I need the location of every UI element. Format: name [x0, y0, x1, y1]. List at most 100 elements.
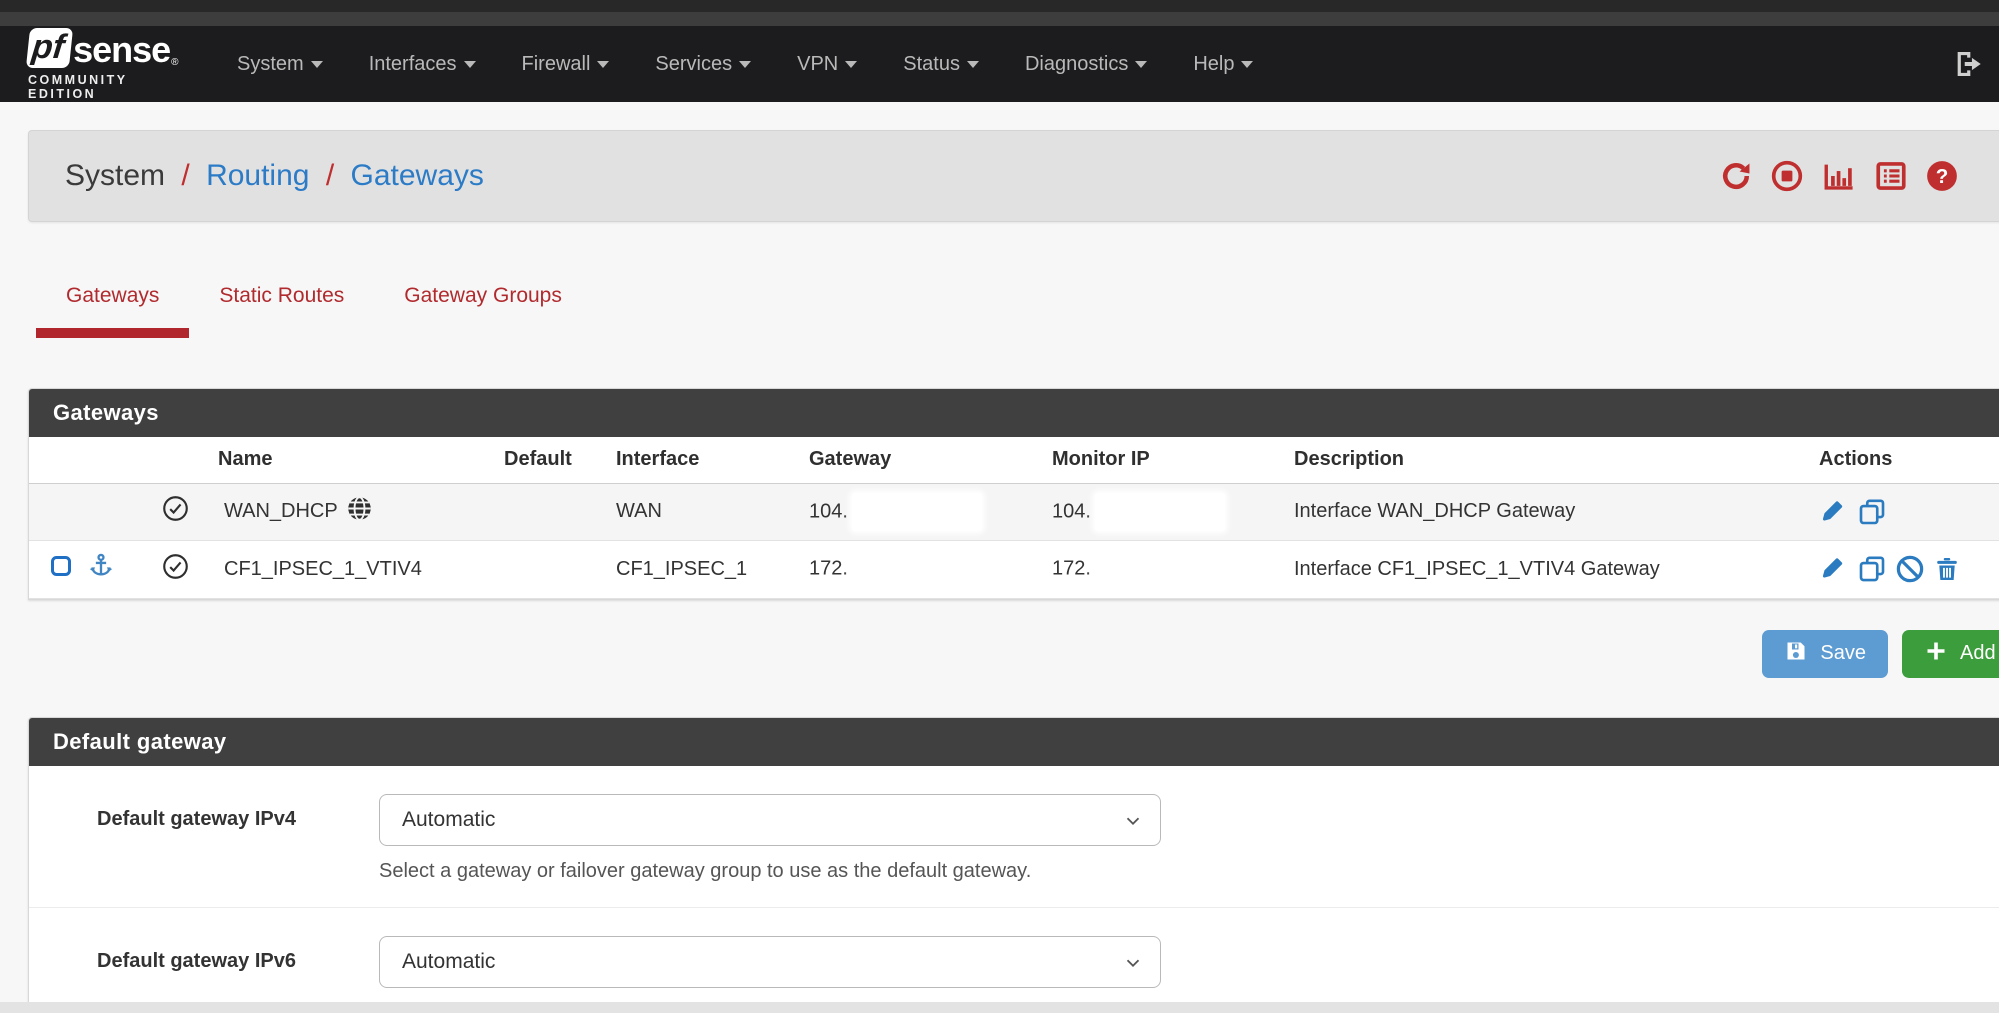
menu-status[interactable]: Status	[880, 39, 1002, 90]
bottom-strip	[0, 1002, 1999, 1013]
breadcrumb-routing-link[interactable]: Routing	[206, 159, 309, 192]
caret-down-icon	[739, 61, 751, 68]
table-row-wan-dhcp: WAN_DHCP WAN 104. 104. Interface WAN_DHC…	[29, 483, 1999, 540]
stop-circle-icon[interactable]	[1770, 159, 1804, 193]
logo-sense: sense	[73, 32, 170, 68]
breadcrumb: System / Routing / Gateways	[65, 159, 484, 193]
page-content: System / Routing / Gateways ? Gat	[28, 130, 1999, 1013]
help-circle-icon[interactable]: ?	[1925, 159, 1959, 193]
default-cell	[504, 540, 616, 598]
monitor-ip-cell: 172.	[1052, 540, 1294, 598]
col-status	[156, 437, 218, 483]
anchor-icon[interactable]	[87, 552, 115, 586]
gateway-name: CF1_IPSEC_1_VTIV4	[224, 558, 422, 581]
select-cell	[29, 540, 156, 598]
redacted-value	[852, 493, 982, 531]
caret-down-icon	[967, 61, 979, 68]
svg-text:?: ?	[1936, 165, 1949, 188]
menu-system[interactable]: System	[214, 39, 346, 90]
status-cell	[156, 540, 218, 598]
form-row-ipv4: Default gateway IPv4 Automatic Select a …	[29, 766, 1999, 907]
tab-gateways[interactable]: Gateways	[36, 270, 189, 338]
menu-services[interactable]: Services	[632, 39, 774, 90]
globe-icon	[346, 495, 373, 528]
redacted-value	[1095, 550, 1225, 588]
caret-down-icon	[597, 61, 609, 68]
col-interface: Interface	[616, 437, 809, 483]
menu-vpn[interactable]: VPN	[774, 39, 880, 90]
trash-delete-icon[interactable]	[1933, 554, 1961, 584]
actions-cell	[1819, 483, 1999, 540]
gateway-name: WAN_DHCP	[224, 500, 338, 523]
page-header-actions: ?	[1719, 159, 1959, 193]
actions-cell	[1819, 540, 1999, 598]
col-default: Default	[504, 437, 616, 483]
pencil-edit-icon[interactable]	[1819, 497, 1849, 527]
logo-registered-mark: ®	[171, 57, 178, 68]
logo-pf: pf	[26, 28, 73, 68]
floppy-save-icon	[1784, 639, 1808, 669]
refresh-icon[interactable]	[1719, 159, 1753, 193]
bar-chart-icon[interactable]	[1821, 159, 1857, 193]
gateways-panel-header: Gateways	[29, 389, 1999, 437]
chevron-down-icon	[1122, 952, 1144, 980]
window-top-strip	[0, 0, 1999, 12]
caret-down-icon	[464, 61, 476, 68]
selected-value: Automatic	[402, 950, 495, 974]
menu-firewall[interactable]: Firewall	[499, 39, 633, 90]
interface-cell: WAN	[616, 483, 809, 540]
redacted-value	[852, 550, 982, 588]
caret-down-icon	[1135, 61, 1147, 68]
default-gateway-panel-header: Default gateway	[29, 718, 1999, 766]
redacted-value	[1095, 493, 1225, 531]
sign-out-icon[interactable]	[1953, 48, 1985, 85]
name-cell: CF1_IPSEC_1_VTIV4	[218, 540, 504, 598]
help-text: Select a gateway or failover gateway gro…	[379, 860, 1161, 883]
navbar-top-strip	[0, 12, 1999, 26]
log-list-icon[interactable]	[1874, 159, 1908, 193]
gateway-cell: 104.	[809, 483, 1052, 540]
checkbox-icon[interactable]	[49, 554, 73, 584]
default-gateway-ipv4-label: Default gateway IPv4	[97, 794, 379, 883]
caret-down-icon	[311, 61, 323, 68]
pencil-edit-icon[interactable]	[1819, 554, 1849, 584]
selected-value: Automatic	[402, 808, 495, 832]
name-cell: WAN_DHCP	[218, 483, 504, 540]
main-menu: System Interfaces Firewall Services VPN …	[214, 39, 1276, 90]
menu-interfaces[interactable]: Interfaces	[346, 39, 499, 90]
default-gateway-ipv6-select[interactable]: Automatic	[379, 936, 1161, 988]
breadcrumb-gateways-link[interactable]: Gateways	[351, 159, 484, 192]
default-gateway-panel: Default gateway Default gateway IPv4 Aut…	[28, 717, 1999, 1013]
gateways-table: Name Default Interface Gateway Monitor I…	[29, 437, 1999, 599]
save-button[interactable]: Save	[1762, 630, 1888, 678]
breadcrumb-system: System	[65, 159, 165, 192]
pfsense-logo[interactable]: pf sense ® COMMUNITY EDITION	[28, 28, 198, 101]
table-action-buttons: Save Add	[28, 630, 1999, 678]
ban-disable-icon[interactable]	[1895, 554, 1925, 584]
table-row-cf1-ipsec: CF1_IPSEC_1_VTIV4 CF1_IPSEC_1 172. 172. …	[29, 540, 1999, 598]
menu-diagnostics[interactable]: Diagnostics	[1002, 39, 1170, 90]
interface-cell: CF1_IPSEC_1	[616, 540, 809, 598]
table-header-row: Name Default Interface Gateway Monitor I…	[29, 437, 1999, 483]
check-circle-icon	[162, 505, 189, 527]
form-row-ipv6: Default gateway IPv6 Automatic Select a …	[29, 907, 1999, 1013]
caret-down-icon	[845, 61, 857, 68]
add-button[interactable]: Add	[1902, 630, 1999, 678]
caret-down-icon	[1241, 61, 1253, 68]
navbar: pf sense ® COMMUNITY EDITION System Inte…	[0, 26, 1999, 102]
panel-title: Default gateway	[29, 729, 227, 755]
select-cell	[29, 483, 156, 540]
check-circle-icon	[162, 563, 189, 585]
monitor-ip-cell: 104.	[1052, 483, 1294, 540]
col-description: Description	[1294, 437, 1819, 483]
description-cell: Interface WAN_DHCP Gateway	[1294, 483, 1819, 540]
menu-help[interactable]: Help	[1170, 39, 1276, 90]
copy-icon[interactable]	[1857, 554, 1887, 584]
plus-add-icon	[1924, 639, 1948, 669]
col-select	[29, 437, 156, 483]
tab-static-routes[interactable]: Static Routes	[189, 270, 374, 338]
chevron-down-icon	[1122, 810, 1144, 838]
default-gateway-ipv4-select[interactable]: Automatic	[379, 794, 1161, 846]
copy-icon[interactable]	[1857, 497, 1887, 527]
tab-gateway-groups[interactable]: Gateway Groups	[374, 270, 592, 338]
